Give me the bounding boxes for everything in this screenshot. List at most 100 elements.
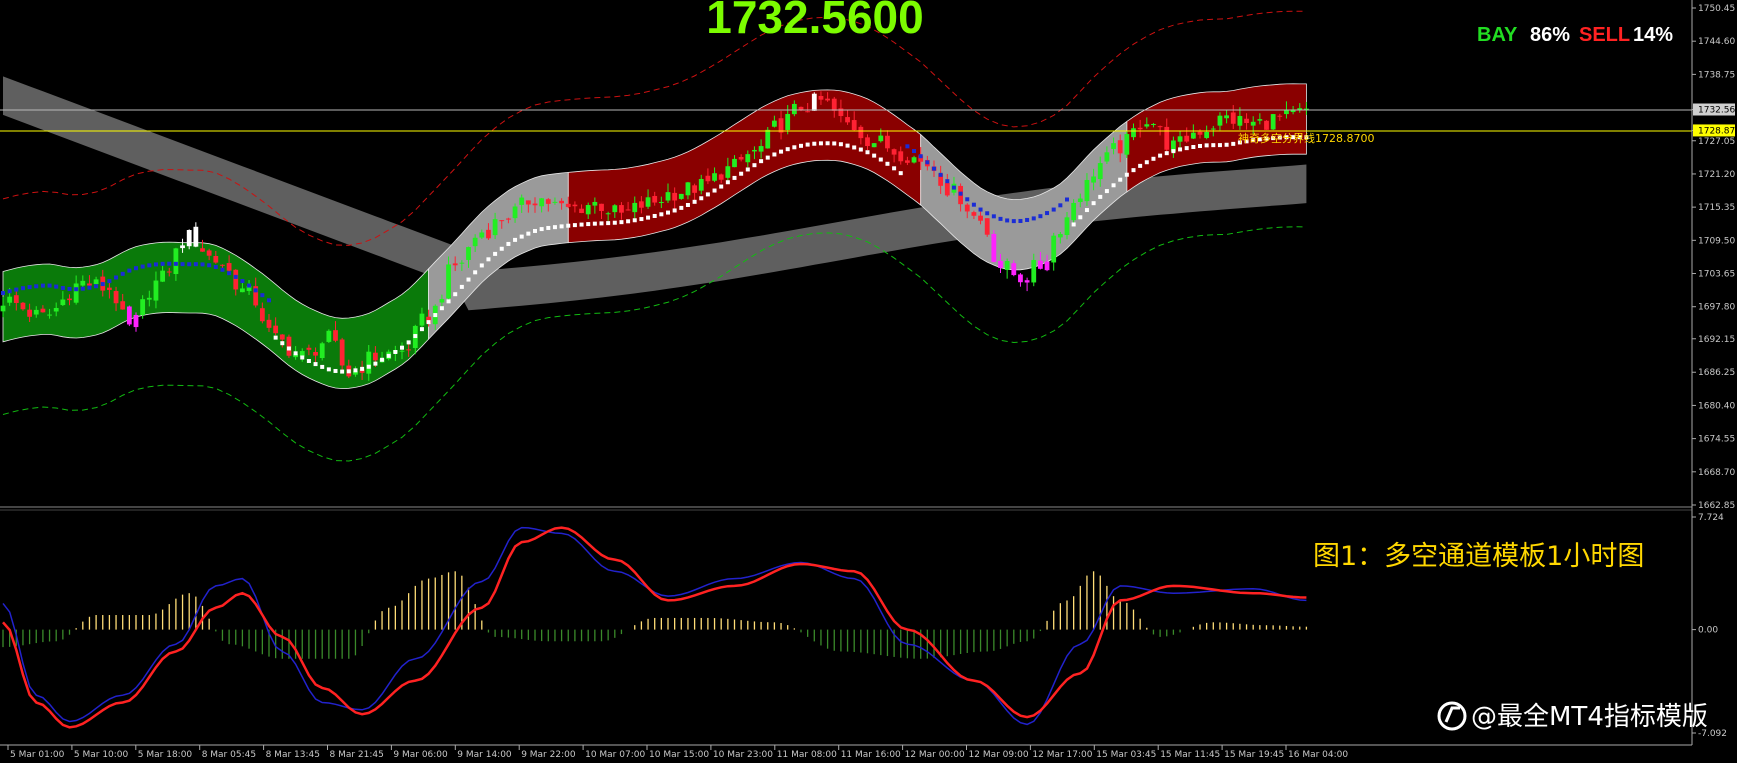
candle-body <box>1204 131 1210 138</box>
candle[interactable] <box>1264 120 1269 130</box>
candle[interactable] <box>991 230 997 263</box>
trail-dot <box>759 159 764 164</box>
candle-body <box>486 229 491 239</box>
trail-dot <box>1091 201 1096 206</box>
candle-body <box>1270 114 1276 130</box>
trail-dot <box>905 144 910 149</box>
trail-dot <box>1217 143 1222 148</box>
osc-tick-label: 0.00 <box>1698 626 1718 636</box>
candle-body <box>1151 124 1156 126</box>
trail-dot <box>858 147 863 152</box>
price-tick-label: 1692.15 <box>1698 335 1735 345</box>
trail-dot <box>951 185 956 190</box>
candle[interactable] <box>126 305 132 327</box>
candle-body <box>220 264 225 266</box>
trail-dot <box>167 261 172 266</box>
candle-body <box>732 158 737 168</box>
candle-body <box>173 248 179 275</box>
candle-body <box>885 135 890 149</box>
candle[interactable] <box>871 143 877 148</box>
candle-body <box>552 201 558 203</box>
candle-body <box>1137 127 1143 130</box>
trail-dot <box>685 202 690 207</box>
trail-dot <box>20 286 25 291</box>
candle[interactable] <box>984 218 990 237</box>
sell-percent: 14% <box>1633 24 1673 46</box>
trail-dot <box>293 351 298 356</box>
candle[interactable] <box>1270 113 1276 131</box>
trail-dot <box>426 320 431 325</box>
candle-body <box>93 279 99 285</box>
trail-dot <box>566 223 571 228</box>
trail-dot <box>679 205 684 210</box>
candle-body <box>1018 274 1023 283</box>
trail-dot <box>732 175 737 180</box>
candle[interactable] <box>319 341 325 361</box>
trail-dot <box>300 355 305 360</box>
trail-dot <box>852 145 857 150</box>
price-tick-label: 1674.55 <box>1698 435 1735 445</box>
trail-dot <box>958 191 963 196</box>
trail-dot <box>1078 215 1083 220</box>
candle-body <box>772 120 777 127</box>
trail-dot <box>366 364 371 369</box>
trail-dot <box>400 345 404 350</box>
candle-body <box>1250 121 1256 126</box>
trail-dot <box>878 157 883 162</box>
trail-dot <box>932 166 936 171</box>
candle-body <box>585 205 591 215</box>
candle[interactable] <box>326 329 332 344</box>
trail-dot <box>1018 218 1023 223</box>
trail-dot <box>346 369 351 374</box>
time-tick-label: 15 Mar 11:45 <box>1160 750 1220 760</box>
candle-body <box>107 287 112 290</box>
candle[interactable] <box>286 334 292 358</box>
candle[interactable] <box>765 127 771 149</box>
trail-dot <box>286 346 291 351</box>
trail-dot <box>692 199 697 204</box>
trail-dot <box>360 366 365 371</box>
candle-body <box>672 192 678 201</box>
candle-body <box>259 308 265 322</box>
mt4-chart[interactable]: 神奇多空分界线1728.8700 1750.45 1744.60 1738.75 17… <box>0 0 1737 763</box>
time-tick-label: 8 Mar 21:45 <box>330 750 384 760</box>
trail-dot <box>40 283 45 288</box>
candle[interactable] <box>1124 131 1130 158</box>
trail-dot <box>1058 203 1063 208</box>
trail-dot <box>519 234 524 239</box>
candle-body <box>984 218 990 235</box>
candle-body <box>499 220 505 222</box>
trail-dot <box>446 299 451 304</box>
candle-body <box>858 126 864 139</box>
candle-body <box>1264 120 1269 130</box>
trail-dot <box>326 367 331 372</box>
candle-body <box>459 262 465 264</box>
price-tick-label: 1680.40 <box>1698 401 1735 411</box>
trail-dot <box>513 237 518 242</box>
trail-dot <box>87 285 92 290</box>
trail-dot <box>1144 160 1149 165</box>
trail-dot <box>473 270 478 275</box>
candle[interactable] <box>811 92 817 111</box>
candle-body <box>40 308 46 313</box>
trail-dot <box>80 286 85 291</box>
trail-dot <box>818 141 823 146</box>
bay-percent: 86% <box>1530 24 1570 46</box>
candle-body <box>439 298 445 303</box>
candle-body <box>506 218 511 220</box>
trail-dot <box>74 287 79 292</box>
trail-dot <box>1084 208 1089 213</box>
trail-dot <box>419 327 424 332</box>
price-tick-label: 1744.60 <box>1698 37 1735 47</box>
candle-body <box>113 291 119 304</box>
candle-body <box>333 330 338 341</box>
candle-body <box>911 157 917 163</box>
current-price-display: 1732.5600 <box>706 0 923 43</box>
trail-dot <box>1211 143 1216 148</box>
trail-dot <box>313 362 318 367</box>
candle-body <box>1224 115 1229 119</box>
candle-body <box>1197 131 1203 135</box>
candle-body <box>1184 135 1190 142</box>
candle-body <box>240 288 245 293</box>
time-tick-label: 5 Mar 10:00 <box>74 750 129 760</box>
